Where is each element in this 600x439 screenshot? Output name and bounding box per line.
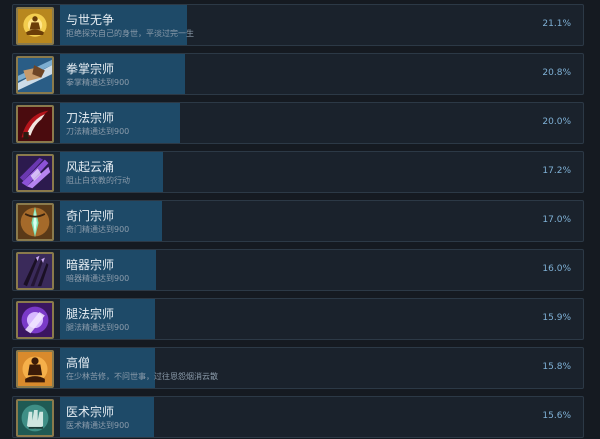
achievement-percent: 16.0% bbox=[542, 264, 571, 274]
achievement-percent: 17.2% bbox=[542, 166, 571, 176]
achievement-row-anqi[interactable]: 暗器宗师 暗器精通达到900 16.0% bbox=[12, 249, 584, 291]
achievement-title: 风起云涌 bbox=[66, 160, 115, 174]
achievement-description: 医术精通达到900 bbox=[66, 421, 130, 430]
achievement-description: 刀法精通达到900 bbox=[66, 127, 130, 136]
achievement-title: 医术宗师 bbox=[66, 405, 115, 419]
achievement-description: 腿法精通达到900 bbox=[66, 323, 130, 332]
achievement-row-yishu[interactable]: 医术宗师 医术精通达到900 15.6% bbox=[12, 396, 584, 438]
achievement-title: 与世无争 bbox=[66, 13, 115, 27]
achievement-percent: 15.6% bbox=[542, 411, 571, 421]
achievement-percent: 17.0% bbox=[542, 215, 571, 225]
achievement-row-tuifa[interactable]: 腿法宗师 腿法精通达到900 15.9% bbox=[12, 298, 584, 340]
meditating-monk-icon bbox=[16, 7, 54, 45]
achievement-percent: 15.9% bbox=[542, 313, 571, 323]
achievement-row-gaoseng[interactable]: 高僧 在少林苦修，不问世事，过往恩怨烟消云散 15.8% bbox=[12, 347, 584, 389]
achievement-percent: 20.0% bbox=[542, 117, 571, 127]
achievement-row-fengqiyunyong[interactable]: 风起云涌 阻止白衣教的行动 17.2% bbox=[12, 151, 584, 193]
achievement-description: 拳掌精通达到900 bbox=[66, 78, 130, 87]
achievement-row-yushiwuzheng[interactable]: 与世无争 拒绝探究自己的身世，平淡过完一生 21.1% bbox=[12, 4, 584, 46]
kick-icon bbox=[16, 301, 54, 339]
achievement-row-qimen[interactable]: 奇门宗师 奇门精通达到900 17.0% bbox=[12, 200, 584, 242]
achievement-title: 腿法宗师 bbox=[66, 307, 115, 321]
achievement-title: 奇门宗师 bbox=[66, 209, 115, 223]
achievement-title: 拳掌宗师 bbox=[66, 62, 115, 76]
fist-palm-icon bbox=[16, 56, 54, 94]
achievement-description: 阻止白衣教的行动 bbox=[66, 176, 130, 185]
achievement-description: 暗器精通达到900 bbox=[66, 274, 130, 283]
achievement-row-quanzhang[interactable]: 拳掌宗师 拳掌精通达到900 20.8% bbox=[12, 53, 584, 95]
achievement-percent: 20.8% bbox=[542, 68, 571, 78]
achievement-title: 高僧 bbox=[66, 356, 91, 370]
achievement-percent: 21.1% bbox=[542, 19, 571, 29]
hidden-weapon-icon bbox=[16, 252, 54, 290]
medicine-hand-icon bbox=[16, 399, 54, 437]
achievement-title: 暗器宗师 bbox=[66, 258, 115, 272]
achievement-description: 奇门精通达到900 bbox=[66, 225, 130, 234]
monk-silhouette-icon bbox=[16, 350, 54, 388]
exotic-weapon-icon bbox=[16, 203, 54, 241]
achievement-percent: 15.8% bbox=[542, 362, 571, 372]
achievement-description: 拒绝探究自己的身世，平淡过完一生 bbox=[66, 29, 194, 38]
achievement-description: 在少林苦修，不问世事，过往恩怨烟消云散 bbox=[66, 372, 218, 381]
achievement-title: 刀法宗师 bbox=[66, 111, 115, 125]
purple-claws-icon bbox=[16, 154, 54, 192]
blade-icon bbox=[16, 105, 54, 143]
achievement-row-daofa[interactable]: 刀法宗师 刀法精通达到900 20.0% bbox=[12, 102, 584, 144]
